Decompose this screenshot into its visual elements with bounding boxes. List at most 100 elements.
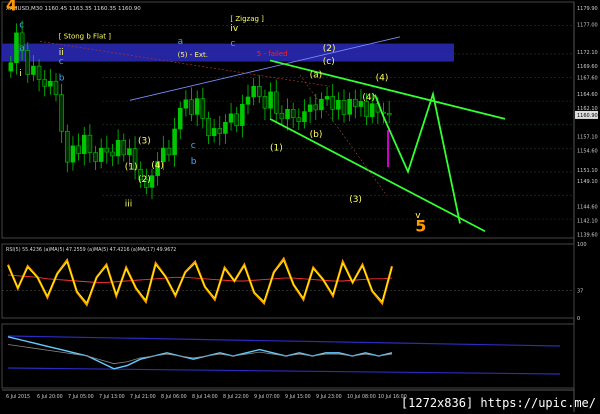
candle-body xyxy=(273,91,279,114)
candle-body xyxy=(25,50,31,75)
price-tick-label: 1172.10 xyxy=(577,50,598,56)
price-tick-label: 1139.60 xyxy=(577,233,598,239)
candle-body xyxy=(223,121,228,134)
candle-body xyxy=(53,80,59,96)
time-tick-label: 6 Jul 20:00 xyxy=(37,394,63,400)
wave-label: 4 xyxy=(6,0,17,14)
candle-body xyxy=(42,79,47,87)
candle-body xyxy=(302,111,307,122)
candle-body xyxy=(200,98,206,119)
wave-label: [ Zigzag ] xyxy=(230,15,264,23)
wave-label: (1) xyxy=(125,162,138,172)
price-tick-label: 1154.60 xyxy=(577,148,598,154)
wave-label: c xyxy=(191,141,196,151)
time-tick-label: 7 Jul 13:00 xyxy=(99,394,125,400)
wave-label: 5 xyxy=(415,216,426,235)
price-tick-label: 1169.60 xyxy=(577,64,598,70)
candle-body xyxy=(98,147,104,162)
symbol-header: XAUUSD,M30 1160.45 1163.35 1160.35 1160.… xyxy=(6,6,141,12)
candle-body xyxy=(341,100,347,115)
candle-body xyxy=(31,65,36,75)
wave-label: c xyxy=(59,57,64,67)
wave-label: [ Stong b Flat ] xyxy=(59,33,111,41)
candle-body xyxy=(262,96,268,109)
rsi-tick-label: 100 xyxy=(577,242,587,248)
time-tick-label: 6 Jul 2015 xyxy=(6,394,30,400)
price-tick-label: 1142.10 xyxy=(577,219,598,225)
candle-body xyxy=(161,147,166,162)
candle-body xyxy=(121,139,127,156)
time-tick-label: 8 Jul 06:00 xyxy=(161,394,187,400)
wave-label: (2) xyxy=(323,44,336,54)
candle-body xyxy=(14,32,19,63)
wave-label: (1) xyxy=(270,143,283,153)
wave-label: (3) xyxy=(138,137,151,147)
wave-label: b xyxy=(191,157,197,167)
candle-body xyxy=(166,147,172,156)
time-tick-label: 9 Jul 23:00 xyxy=(316,394,342,400)
candle-body xyxy=(290,109,296,119)
candle-body xyxy=(189,99,194,115)
rsi-tick-label: 0 xyxy=(577,316,580,322)
wave-label: (a) xyxy=(310,70,323,80)
candle-body xyxy=(217,128,223,134)
wave-label: (c) xyxy=(323,57,335,67)
rsi-tick-label: 37 xyxy=(577,289,583,295)
wave-label: (4) xyxy=(362,93,375,103)
candle-body xyxy=(330,96,335,110)
candle-body xyxy=(369,103,375,117)
candle-body xyxy=(240,103,245,126)
candle-body xyxy=(8,62,14,72)
wave-label: (4) xyxy=(376,74,389,84)
price-tick-label: 1179.90 xyxy=(577,6,598,12)
wave-label: c xyxy=(19,20,24,30)
wave-label: (2) xyxy=(138,175,151,185)
wave-label: a xyxy=(19,43,25,53)
candle-body xyxy=(194,98,200,115)
candle-body xyxy=(81,134,87,155)
time-tick-label: 7 Jul 21:00 xyxy=(130,394,156,400)
candle-body xyxy=(364,101,369,117)
wave-label: iii xyxy=(125,200,133,210)
candle-body xyxy=(296,117,302,122)
candle-body xyxy=(87,134,93,153)
candle-body xyxy=(48,80,53,87)
price-tick-label: 1144.60 xyxy=(577,205,598,211)
candle-body xyxy=(336,100,341,110)
rsi-panel xyxy=(1,243,575,319)
time-tick-label: 7 Jul 05:00 xyxy=(68,394,94,400)
candle-body xyxy=(307,104,313,112)
candle-body xyxy=(313,104,319,111)
candle-body xyxy=(36,65,42,80)
wave-label: (4) xyxy=(151,161,164,171)
price-tick-label: 1157.10 xyxy=(577,134,598,140)
time-tick-label: 9 Jul 07:00 xyxy=(254,394,280,400)
candle-body xyxy=(386,112,392,116)
candle-body xyxy=(183,99,189,109)
candle-body xyxy=(234,113,239,126)
price-tick-label: 1177.00 xyxy=(577,22,598,28)
price-tick-label: 1149.10 xyxy=(577,179,598,185)
time-tick-label: 8 Jul 14:00 xyxy=(192,394,218,400)
price-tick-label: 1167.60 xyxy=(577,75,598,81)
candle-body xyxy=(324,96,330,100)
wave-label: b xyxy=(59,74,65,84)
candle-body xyxy=(104,147,110,153)
time-tick-label: 8 Jul 22:00 xyxy=(223,394,249,400)
candle-body xyxy=(228,113,234,123)
candle-body xyxy=(279,112,285,120)
candle-body xyxy=(76,145,81,155)
candle-body xyxy=(245,96,251,105)
trading-chart[interactable]: XAUUSD,M30 1160.45 1163.35 1160.35 1160.… xyxy=(0,0,600,414)
candle-body xyxy=(59,94,64,132)
resistance-zone xyxy=(2,43,454,62)
time-tick-label: 10 Jul 08:00 xyxy=(347,394,376,400)
candle-body xyxy=(268,91,273,109)
watermark: [1272x836] https://upic.me/ xyxy=(400,396,596,410)
candle-body xyxy=(353,98,358,107)
wave-label: 5 - failed xyxy=(257,50,288,58)
wave-label: a xyxy=(178,37,184,47)
wave-label: i xyxy=(19,69,22,79)
candle-body xyxy=(70,145,76,163)
candle-body xyxy=(93,152,98,162)
